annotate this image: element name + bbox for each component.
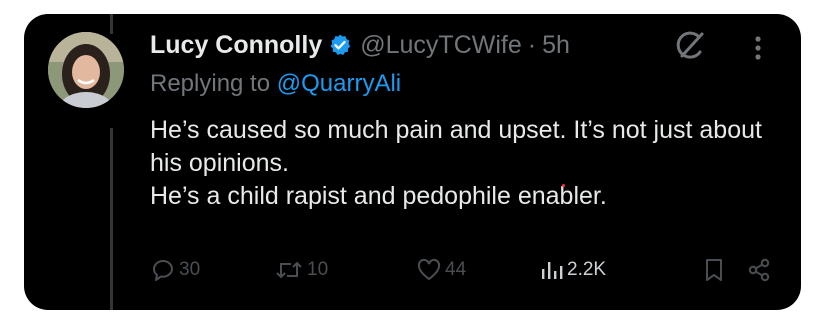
- tweet-card[interactable]: Lucy Connolly @LucyTCWife · 5h Replying …: [24, 14, 801, 310]
- like-button[interactable]: 44: [416, 250, 466, 290]
- avatar-photo: [48, 32, 124, 108]
- reply-count: 30: [179, 259, 201, 280]
- views-chart-icon: [538, 257, 564, 283]
- thread-line: [110, 128, 113, 310]
- tweet-text-line-1: He’s caused so much pain and upset. It’s…: [150, 116, 762, 177]
- share-button[interactable]: [746, 250, 772, 290]
- author-name[interactable]: Lucy Connolly: [150, 31, 322, 60]
- thread-line-top: [110, 14, 113, 34]
- replying-mention[interactable]: @QuarryAli: [277, 70, 401, 97]
- timestamp[interactable]: 5h: [542, 31, 570, 60]
- repost-button[interactable]: 10: [274, 250, 328, 290]
- reply-icon: [150, 257, 176, 283]
- replying-to: Replying to @QuarryAli: [150, 70, 401, 98]
- author-handle[interactable]: @LucyTCWife: [360, 31, 522, 60]
- avatar[interactable]: [48, 32, 124, 108]
- grok-icon[interactable]: [672, 28, 708, 64]
- repost-count: 10: [307, 259, 329, 280]
- tweet-text-line-2: He’s a child rapist and pedophile enable…: [150, 182, 607, 210]
- action-bar: 30 10 44 2.2K: [150, 250, 790, 290]
- verified-badge-icon: [328, 33, 352, 57]
- replying-prefix: Replying to: [150, 70, 271, 97]
- bookmark-icon: [702, 257, 726, 283]
- tweet-header: Lucy Connolly @LucyTCWife · 5h: [150, 28, 570, 62]
- views-button[interactable]: 2.2K: [538, 250, 606, 290]
- views-count: 2.2K: [567, 259, 607, 280]
- bookmark-button[interactable]: [702, 250, 726, 290]
- reply-button[interactable]: 30: [150, 250, 200, 290]
- more-dots-icon[interactable]: [749, 34, 767, 64]
- like-count: 44: [445, 259, 467, 280]
- share-icon: [746, 257, 772, 283]
- heart-icon: [416, 257, 442, 283]
- tweet-text: He’s caused so much pain and upset. It’s…: [150, 114, 790, 213]
- red-speck: [562, 184, 565, 187]
- repost-icon: [274, 257, 304, 283]
- separator-dot: ·: [527, 30, 537, 59]
